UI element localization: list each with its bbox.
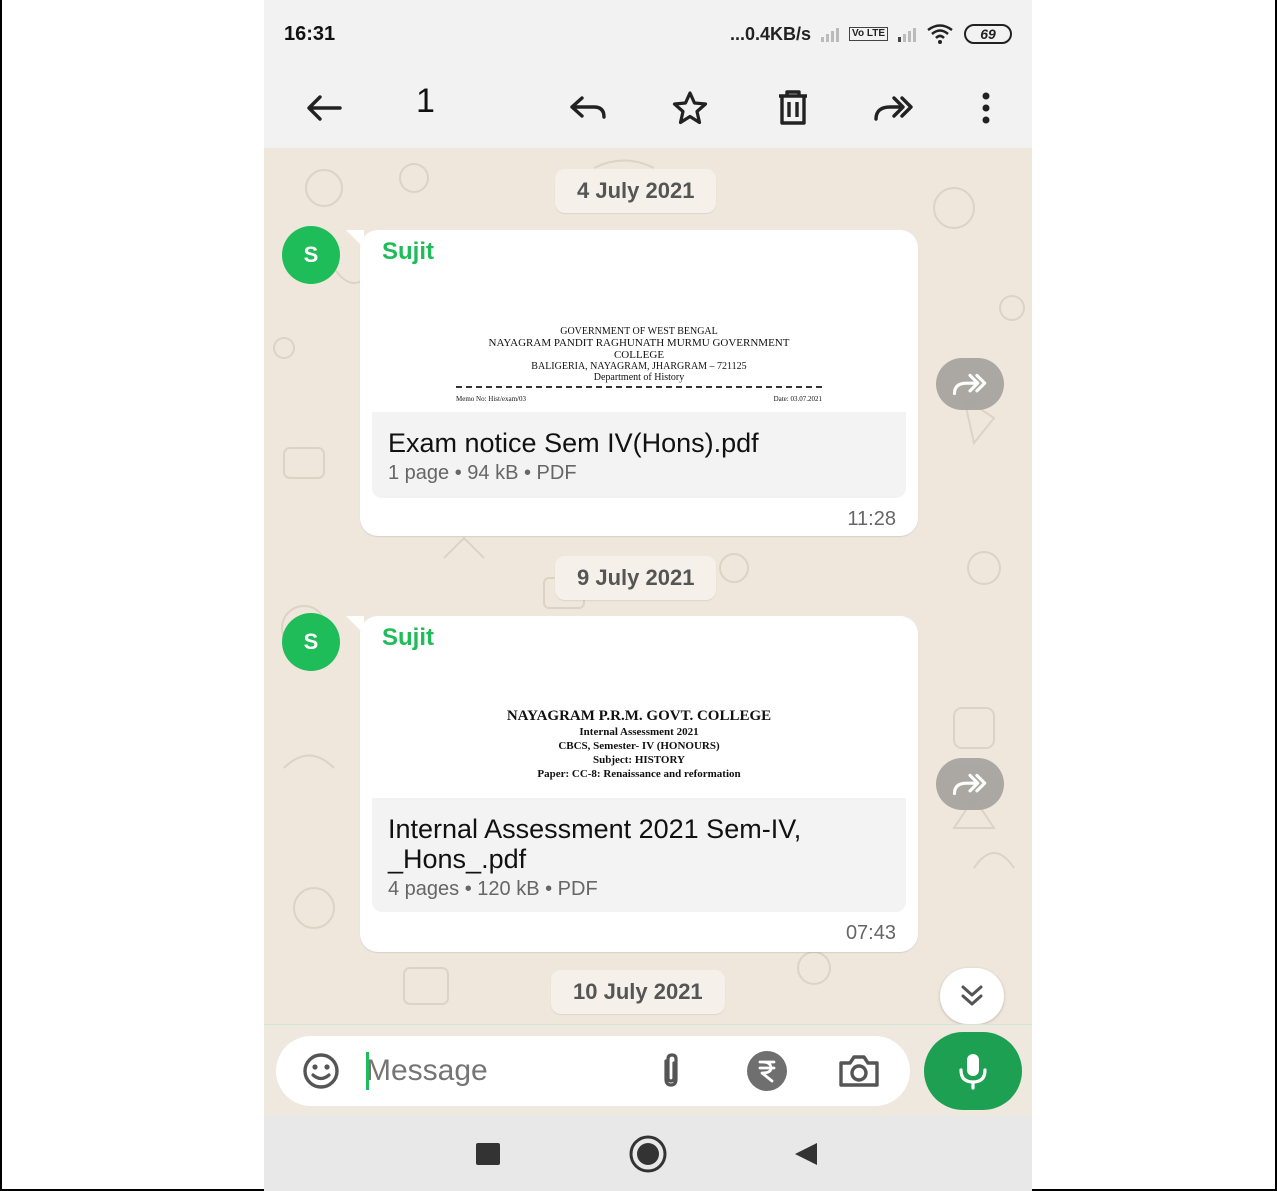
- message-input[interactable]: [366, 1048, 626, 1094]
- sender-name: Sujit: [382, 238, 434, 265]
- avatar[interactable]: S: [282, 226, 340, 284]
- preview-title: BALIGERIA, NAYAGRAM, JHARGRAM – 721125: [531, 361, 747, 372]
- preview-date: Date: 03.07.2021: [773, 395, 822, 403]
- selected-count: 1: [416, 82, 435, 120]
- preview-title: Department of History: [593, 372, 685, 383]
- double-chevron-down-icon: [961, 985, 983, 1006]
- star-icon[interactable]: [662, 80, 718, 136]
- forward-icon[interactable]: [866, 80, 922, 136]
- preview-title: NAYAGRAM PANDIT RAGHUNATH MURMU GOVERNME…: [488, 337, 790, 349]
- more-vertical-icon[interactable]: [958, 80, 1014, 136]
- document-preview[interactable]: GOVERNMENT OF WEST BENGAL NAYAGRAM PANDI…: [372, 278, 906, 408]
- file-meta: 1 page • 94 kB • PDF: [388, 462, 577, 484]
- message-time: 07:43: [845, 922, 896, 944]
- home-icon[interactable]: [626, 1134, 670, 1174]
- file-name: Exam notice Sem IV(Hons).pdf: [388, 428, 759, 458]
- wifi-icon: [927, 24, 953, 44]
- text-caret: [366, 1052, 369, 1090]
- camera-icon[interactable]: [834, 1046, 884, 1096]
- message-bubble[interactable]: Sujit NAYAGRAM P.R.M. GOVT. COLLEGE Inte…: [346, 616, 918, 952]
- file-meta: 4 pages • 120 kB • PDF: [388, 878, 598, 900]
- mic-button[interactable]: [924, 1032, 1022, 1110]
- sender-name: Sujit: [382, 624, 434, 651]
- date-chip: 10 July 2021: [551, 970, 725, 1014]
- recents-icon[interactable]: [466, 1134, 510, 1174]
- rupee-icon[interactable]: [742, 1046, 792, 1096]
- preview-title: Paper: CC-8: Renaissance and reformation: [537, 768, 741, 780]
- selection-toolbar: 1: [264, 68, 1032, 148]
- preview-title: COLLEGE: [613, 349, 665, 361]
- back-arrow-icon[interactable]: [296, 80, 352, 136]
- document-preview[interactable]: NAYAGRAM P.R.M. GOVT. COLLEGE Internal A…: [372, 664, 906, 796]
- file-name: Internal Assessment 2021 Sem-IV, _Hons_.…: [388, 814, 802, 874]
- preview-title: NAYAGRAM P.R.M. GOVT. COLLEGE: [506, 708, 772, 724]
- preview-title: Subject: HISTORY: [592, 754, 685, 766]
- status-bar: 16:31 ...0.4KB/s Vo LTE 69: [264, 0, 1032, 68]
- preview-title: GOVERNMENT OF WEST BENGAL: [560, 326, 718, 337]
- preview-memo: Memo No: Hist/exam/03: [456, 395, 526, 403]
- signal-1-icon: [821, 26, 840, 42]
- navigation-bar: [264, 1116, 1032, 1191]
- preview-divider: [456, 386, 822, 388]
- emoji-icon[interactable]: [296, 1046, 346, 1096]
- message-bubble[interactable]: Sujit GOVERNMENT OF WEST BENGAL NAYAGRAM…: [346, 230, 918, 536]
- attach-icon[interactable]: [646, 1046, 696, 1096]
- mic-icon: [959, 1054, 987, 1090]
- status-indicators: ...0.4KB/s Vo LTE 69: [730, 23, 1012, 45]
- signal-2-icon: [898, 26, 916, 42]
- preview-title: CBCS, Semester- IV (HONOURS): [558, 740, 720, 752]
- file-info[interactable]: Exam notice Sem IV(Hons).pdf 1 page • 94…: [372, 412, 906, 498]
- back-icon[interactable]: [784, 1134, 828, 1174]
- preview-title: Internal Assessment 2021: [579, 726, 699, 738]
- status-time: 16:31: [284, 22, 336, 45]
- network-speed: ...0.4KB/s: [729, 23, 812, 44]
- chat-area[interactable]: 4 July 2021 S Sujit GOVERNMENT OF WEST B…: [264, 148, 1032, 1024]
- forward-message-button[interactable]: [936, 758, 1004, 810]
- message-time: 11:28: [847, 508, 896, 530]
- date-chip: 9 July 2021: [555, 556, 717, 600]
- date-chip: 4 July 2021: [555, 169, 717, 213]
- delete-icon[interactable]: [765, 80, 821, 136]
- volte-icon: Vo LTE: [849, 27, 888, 41]
- scroll-to-bottom-button[interactable]: [940, 968, 1004, 1024]
- message-input-container[interactable]: [276, 1036, 910, 1106]
- avatar[interactable]: S: [282, 613, 340, 671]
- forward-message-button[interactable]: [936, 358, 1004, 410]
- phone-screen: 16:31 ...0.4KB/s Vo LTE 69 1 4 July 2021…: [264, 0, 1032, 1191]
- reply-icon[interactable]: [560, 80, 616, 136]
- file-info[interactable]: Internal Assessment 2021 Sem-IV, _Hons_.…: [372, 798, 906, 912]
- battery-icon: 69: [964, 24, 1012, 44]
- compose-bar: [264, 1024, 1032, 1116]
